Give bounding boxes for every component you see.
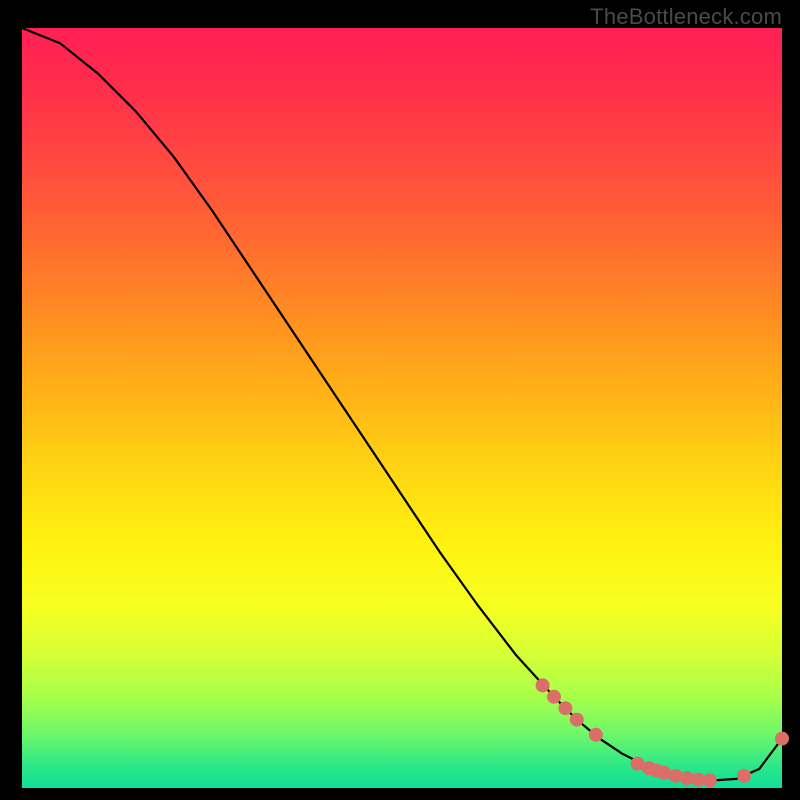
- marker-0: [536, 678, 550, 692]
- chart-svg: [22, 28, 782, 788]
- marker-2: [558, 701, 572, 715]
- marker-4: [589, 728, 603, 742]
- bottleneck-curve: [22, 28, 782, 780]
- marker-1: [547, 690, 561, 704]
- marker-3: [570, 713, 584, 727]
- marker-12: [703, 773, 717, 787]
- marker-13: [737, 769, 751, 783]
- markers-group: [536, 678, 789, 787]
- watermark-text: TheBottleneck.com: [590, 4, 782, 30]
- marker-14: [775, 732, 789, 746]
- plot-area: [22, 28, 782, 788]
- chart-frame: TheBottleneck.com: [0, 0, 800, 800]
